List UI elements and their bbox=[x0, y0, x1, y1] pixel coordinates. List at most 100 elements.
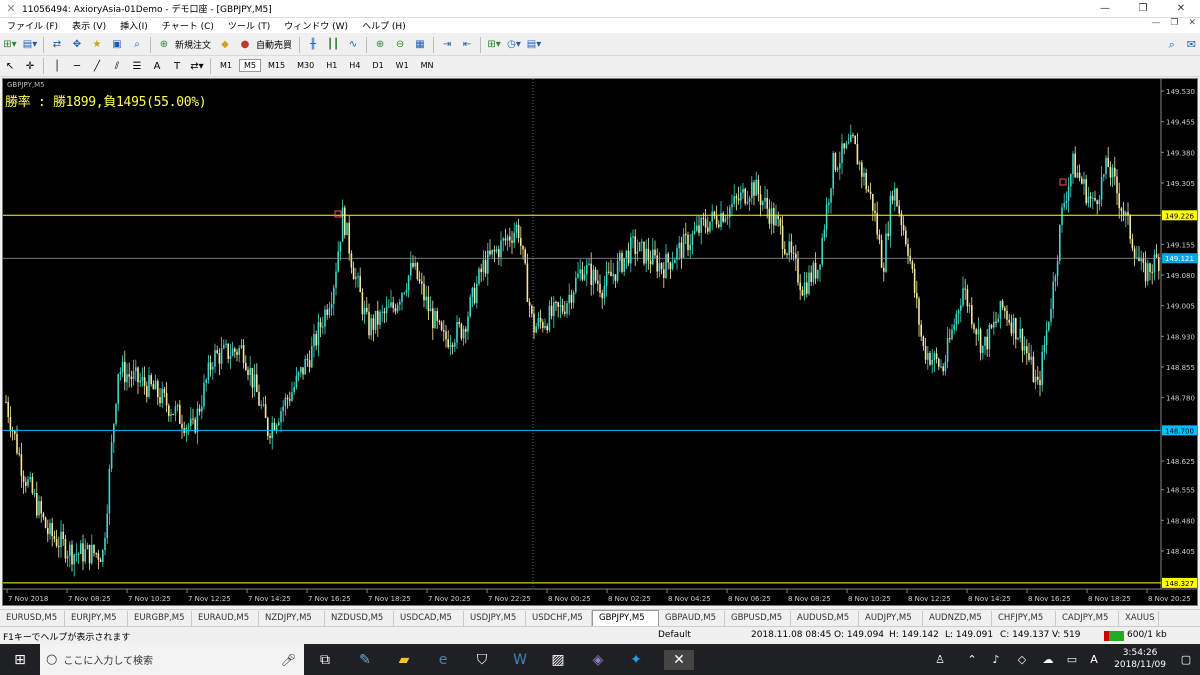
chat-icon[interactable]: ✉ bbox=[1187, 38, 1196, 52]
timeframe-m1[interactable]: M1 bbox=[215, 59, 237, 72]
onedrive-icon[interactable]: ☁ bbox=[1038, 650, 1058, 670]
child-restore-icon[interactable]: ❐ bbox=[1170, 18, 1178, 28]
auto-trading-button[interactable]: 自動売買 bbox=[256, 38, 292, 51]
timeframe-w1[interactable]: W1 bbox=[391, 59, 414, 72]
menu-file[interactable]: ファイル (F) bbox=[0, 19, 65, 32]
navigator-icon[interactable]: ★ bbox=[88, 36, 106, 54]
strategy-tester-icon[interactable]: ⌕ bbox=[128, 36, 146, 54]
bar-chart-icon[interactable]: ╫ bbox=[304, 36, 322, 54]
visual-studio-icon[interactable]: ◈ bbox=[588, 650, 608, 670]
tray-expand-icon[interactable]: ⌃ bbox=[962, 650, 982, 670]
periods-icon[interactable]: ◷▾ bbox=[505, 36, 523, 54]
timeframe-m30[interactable]: M30 bbox=[292, 59, 319, 72]
symbol-tab[interactable]: NZDJPY,M5 bbox=[259, 611, 325, 626]
new-order-button[interactable]: 新規注文 bbox=[175, 38, 211, 51]
twitter-icon[interactable]: ✦ bbox=[626, 650, 646, 670]
maximize-button[interactable]: ❐ bbox=[1124, 0, 1162, 18]
symbol-tab[interactable]: XAUUS bbox=[1119, 611, 1159, 626]
horizontal-line-icon[interactable]: ─ bbox=[68, 57, 86, 75]
metaeditor-icon[interactable]: ◆ bbox=[216, 36, 234, 54]
mic-icon[interactable]: 🎤︎ bbox=[281, 653, 296, 667]
timeframe-m15[interactable]: M15 bbox=[263, 59, 290, 72]
timeframe-mn[interactable]: MN bbox=[416, 59, 439, 72]
symbol-tab[interactable]: EURUSD,M5 bbox=[0, 611, 65, 626]
line-chart-icon[interactable]: ∿ bbox=[344, 36, 362, 54]
symbol-tab[interactable]: GBPUSD,M5 bbox=[725, 611, 791, 626]
new-order-icon[interactable]: ⊕ bbox=[155, 36, 173, 54]
symbol-tab[interactable]: AUDJPY,M5 bbox=[859, 611, 923, 626]
taskbar-clock[interactable]: 3:54:26 2018/11/09 bbox=[1114, 647, 1166, 671]
symbol-tab[interactable]: EURJPY,M5 bbox=[65, 611, 128, 626]
timeframe-d1[interactable]: D1 bbox=[367, 59, 388, 72]
symbol-tab[interactable]: AUDUSD,M5 bbox=[791, 611, 859, 626]
text-label-icon[interactable]: T bbox=[168, 57, 186, 75]
symbol-tab[interactable]: NZDUSD,M5 bbox=[325, 611, 394, 626]
notifications-icon[interactable]: ▢ bbox=[1176, 650, 1196, 670]
child-close-icon[interactable]: ✕ bbox=[1188, 18, 1196, 28]
store-icon[interactable]: ⛉ bbox=[472, 650, 492, 670]
profiles-icon[interactable]: ▤▾ bbox=[21, 36, 39, 54]
ime-indicator[interactable]: A bbox=[1084, 650, 1104, 670]
dropbox-icon[interactable]: ◇ bbox=[1012, 650, 1032, 670]
chart-window[interactable]: 149.226 148.700 148.327 149.121 149.530 149.4… bbox=[2, 78, 1198, 606]
candlestick-icon[interactable]: ┃┃ bbox=[324, 36, 342, 54]
timeframe-h4[interactable]: H4 bbox=[344, 59, 365, 72]
market-watch-icon[interactable]: ⇄ bbox=[48, 36, 66, 54]
symbol-tab[interactable]: USDJPY,M5 bbox=[464, 611, 526, 626]
network-icon[interactable]: ▭ bbox=[1062, 650, 1082, 670]
symbol-tab[interactable]: USDCAD,M5 bbox=[394, 611, 464, 626]
menu-insert[interactable]: 挿入(I) bbox=[113, 19, 155, 32]
price-chart[interactable]: 149.226 148.700 148.327 149.121 149.530 149.4… bbox=[3, 79, 1198, 606]
fibonacci-icon[interactable]: ☰ bbox=[128, 57, 146, 75]
photos-icon[interactable]: ▨ bbox=[548, 650, 568, 670]
symbol-tab[interactable]: GBPAUD,M5 bbox=[659, 611, 725, 626]
trendline-icon[interactable]: ╱ bbox=[88, 57, 106, 75]
menu-window[interactable]: ウィンドウ (W) bbox=[277, 19, 355, 32]
explorer-icon[interactable]: ▰ bbox=[394, 650, 414, 670]
templates-icon[interactable]: ▤▾ bbox=[525, 36, 543, 54]
signal-arrow[interactable] bbox=[1059, 178, 1067, 186]
symbol-tab[interactable]: USDCHF,M5 bbox=[526, 611, 592, 626]
new-chart-icon[interactable]: ⊞▾ bbox=[1, 36, 19, 54]
symbol-tab[interactable]: EURGBP,M5 bbox=[128, 611, 192, 626]
symbol-tab[interactable]: CADJPY,M5 bbox=[1056, 611, 1119, 626]
indicators-icon[interactable]: ⊞▾ bbox=[485, 36, 503, 54]
signal-arrow[interactable] bbox=[334, 210, 342, 218]
symbol-tab[interactable]: EURAUD,M5 bbox=[192, 611, 259, 626]
edge-icon[interactable]: e bbox=[433, 650, 453, 670]
auto-trading-icon[interactable]: ● bbox=[236, 36, 254, 54]
menu-tools[interactable]: ツール (T) bbox=[221, 19, 277, 32]
cursor-icon[interactable]: ↖ bbox=[1, 57, 19, 75]
volume-icon[interactable]: ♪ bbox=[986, 650, 1006, 670]
search-icon[interactable]: ⌕ bbox=[1169, 38, 1175, 52]
task-view-icon[interactable]: ⧉ bbox=[315, 650, 335, 670]
pinned-app-icon[interactable]: ✎ bbox=[355, 650, 375, 670]
zoom-in-icon[interactable]: ⊕ bbox=[371, 36, 389, 54]
minimize-button[interactable]: — bbox=[1086, 0, 1124, 18]
menu-chart[interactable]: チャート (C) bbox=[155, 19, 221, 32]
vertical-line-icon[interactable]: │ bbox=[48, 57, 66, 75]
chart-shift-icon[interactable]: ⇤ bbox=[458, 36, 476, 54]
close-button[interactable]: ✕ bbox=[1162, 0, 1200, 18]
text-icon[interactable]: A bbox=[148, 57, 166, 75]
child-minimize-icon[interactable]: — bbox=[1151, 18, 1160, 28]
crosshair-icon[interactable]: ✛ bbox=[21, 57, 39, 75]
terminal-icon[interactable]: ▣ bbox=[108, 36, 126, 54]
word-icon[interactable]: W bbox=[510, 650, 530, 670]
channel-icon[interactable]: ⫽ bbox=[108, 57, 126, 75]
data-window-icon[interactable]: ✥ bbox=[68, 36, 86, 54]
mt4-taskbar-icon[interactable]: ✕ bbox=[664, 650, 694, 670]
arrows-icon[interactable]: ⇄▾ bbox=[188, 57, 206, 75]
people-icon[interactable]: ♙ bbox=[930, 650, 950, 670]
menu-view[interactable]: 表示 (V) bbox=[65, 19, 113, 32]
symbol-tab[interactable]: GBPJPY,M5 bbox=[592, 610, 659, 626]
zoom-out-icon[interactable]: ⊖ bbox=[391, 36, 409, 54]
timeframe-m5[interactable]: M5 bbox=[239, 59, 261, 72]
taskbar-search[interactable]: ○ ここに入力して検索 🎤︎ bbox=[40, 644, 304, 675]
start-icon[interactable]: ⊞ bbox=[10, 650, 30, 670]
auto-scroll-icon[interactable]: ⇥ bbox=[438, 36, 456, 54]
tile-windows-icon[interactable]: ▦ bbox=[411, 36, 429, 54]
menu-help[interactable]: ヘルプ (H) bbox=[355, 19, 413, 32]
symbol-tab[interactable]: CHFJPY,M5 bbox=[992, 611, 1056, 626]
symbol-tab[interactable]: AUDNZD,M5 bbox=[923, 611, 992, 626]
